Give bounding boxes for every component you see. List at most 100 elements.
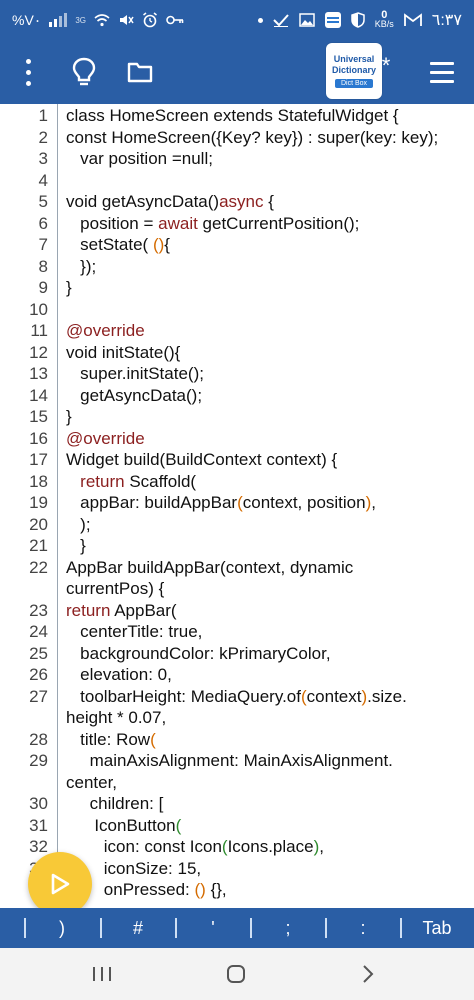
code-line[interactable]: 16 @override xyxy=(0,428,474,449)
code-text[interactable]: return Scaffold( xyxy=(66,471,196,492)
code-text[interactable]: } xyxy=(66,535,86,556)
clock: ٦:٣٧ xyxy=(431,12,462,29)
code-text[interactable]: toolbarHeight: MediaQuery.of(context).si… xyxy=(66,686,407,707)
code-line[interactable]: 19 appBar: buildAppBar(context, position… xyxy=(0,492,474,513)
dict-title-line1: Universal xyxy=(333,54,375,64)
line-number: 20 xyxy=(29,514,48,534)
code-line[interactable]: 17 Widget build(BuildContext context) { xyxy=(0,449,474,470)
code-line[interactable]: center, xyxy=(0,772,474,793)
code-text[interactable]: ); xyxy=(66,514,90,535)
code-text[interactable]: class HomeScreen extends StatefulWidget … xyxy=(66,105,399,126)
key-separator xyxy=(325,918,327,938)
code-line[interactable]: 5 void getAsyncData()async { xyxy=(0,191,474,212)
code-line[interactable]: 25 backgroundColor: kPrimaryColor, xyxy=(0,643,474,664)
code-line[interactable]: 23 return AppBar( xyxy=(0,600,474,621)
line-number: 11 xyxy=(30,321,48,340)
code-line[interactable]: 6 position = await getCurrentPosition(); xyxy=(0,213,474,234)
key-close-paren[interactable]: ) xyxy=(42,908,82,948)
system-nav-bar xyxy=(0,948,474,1000)
code-line[interactable]: currentPos) { xyxy=(0,578,474,599)
universal-dictionary-button[interactable]: Universal Dictionary Dict Box xyxy=(326,43,382,99)
code-line[interactable]: 11 @override xyxy=(0,320,474,341)
code-text[interactable]: } xyxy=(66,406,72,427)
code-line[interactable]: 4 xyxy=(0,170,474,191)
code-text[interactable]: appBar: buildAppBar(context, position), xyxy=(66,492,376,513)
code-line[interactable]: 29 mainAxisAlignment: MainAxisAlignment. xyxy=(0,750,474,771)
key-separator xyxy=(250,918,252,938)
code-text[interactable]: position = await getCurrentPosition(); xyxy=(66,213,359,234)
mute-icon xyxy=(120,15,134,25)
code-line[interactable]: 1 class HomeScreen extends StatefulWidget… xyxy=(0,105,474,126)
code-editor[interactable]: 1 class HomeScreen extends StatefulWidget… xyxy=(0,104,474,904)
code-text[interactable]: backgroundColor: kPrimaryColor, xyxy=(66,643,330,664)
hamburger-menu-button[interactable] xyxy=(428,40,456,104)
line-number: 25 xyxy=(29,643,48,663)
code-line[interactable]: height * 0.07, xyxy=(0,707,474,728)
code-line[interactable]: 31 IconButton( xyxy=(0,815,474,836)
code-text[interactable]: AppBar buildAppBar(context, dynamic xyxy=(66,557,353,578)
code-line[interactable]: 26 elevation: 0, xyxy=(0,664,474,685)
code-text[interactable]: title: Row( xyxy=(66,729,156,750)
line-number: 12 xyxy=(29,342,48,362)
code-line[interactable]: 8 }); xyxy=(0,256,474,277)
key-tab[interactable]: Tab xyxy=(412,908,462,948)
code-text[interactable]: IconButton( xyxy=(66,815,181,836)
code-line[interactable]: 20 ); xyxy=(0,514,474,535)
code-text[interactable]: const HomeScreen({Key? key}) : super(key… xyxy=(66,127,438,148)
network-speed: 0 KB/s xyxy=(375,10,394,29)
key-colon[interactable]: : xyxy=(343,908,383,948)
code-text[interactable]: elevation: 0, xyxy=(66,664,172,685)
key-semicolon[interactable]: ; xyxy=(268,908,308,948)
line-number: 7 xyxy=(38,235,48,254)
code-line[interactable]: 15} xyxy=(0,406,474,427)
code-text[interactable]: void initState(){ xyxy=(66,342,180,363)
code-line[interactable]: 27 toolbarHeight: MediaQuery.of(context)… xyxy=(0,686,474,707)
code-line[interactable]: 18 return Scaffold( xyxy=(0,471,474,492)
code-line[interactable]: 12 void initState(){ xyxy=(0,342,474,363)
code-line[interactable]: 24 centerTitle: true, xyxy=(0,621,474,642)
code-text[interactable]: setState( (){ xyxy=(66,234,170,255)
code-text[interactable]: return AppBar( xyxy=(66,600,177,621)
code-line[interactable]: 3 var position =null; xyxy=(0,148,474,169)
code-text[interactable]: mainAxisAlignment: MainAxisAlignment. xyxy=(66,750,393,771)
code-line[interactable]: 13 super.initState(); xyxy=(0,363,474,384)
open-folder-button[interactable] xyxy=(124,40,156,104)
code-line[interactable]: 14 getAsyncData(); xyxy=(0,385,474,406)
code-text[interactable]: @override xyxy=(66,428,145,449)
code-text[interactable]: icon: const Icon(Icons.place), xyxy=(66,836,324,857)
code-text[interactable]: center, xyxy=(66,772,117,793)
line-number: 15 xyxy=(29,407,48,426)
code-text[interactable]: }); xyxy=(66,256,96,277)
code-text[interactable]: @override xyxy=(66,320,145,341)
recent-apps-button[interactable] xyxy=(80,948,124,1000)
code-text[interactable]: super.initState(); xyxy=(66,363,204,384)
code-line[interactable]: 28 title: Row( xyxy=(0,729,474,750)
code-text[interactable]: children: [ xyxy=(66,793,164,814)
code-line[interactable]: 21 } xyxy=(0,535,474,556)
code-line[interactable]: 9} xyxy=(0,277,474,298)
code-text[interactable]: centerTitle: true, xyxy=(66,621,202,642)
code-text[interactable]: Widget build(BuildContext context) { xyxy=(66,449,337,470)
hint-button[interactable] xyxy=(66,40,102,104)
code-text[interactable]: currentPos) { xyxy=(66,578,164,599)
key-separator xyxy=(400,918,402,938)
code-line[interactable]: 10 xyxy=(0,299,474,320)
code-text[interactable]: height * 0.07, xyxy=(66,707,166,728)
key-apostrophe[interactable]: ' xyxy=(193,908,233,948)
code-text[interactable]: void getAsyncData()async { xyxy=(66,191,274,212)
home-button[interactable] xyxy=(214,948,258,1000)
code-line[interactable]: 2 const HomeScreen({Key? key}) : super(ke… xyxy=(0,127,474,148)
code-text[interactable]: } xyxy=(66,277,72,298)
code-line[interactable]: 7 setState( (){ xyxy=(0,234,474,255)
code-text[interactable]: var position =null; xyxy=(66,148,213,169)
favorite-star[interactable]: * xyxy=(376,34,396,98)
key-hash[interactable]: # xyxy=(118,908,158,948)
code-line[interactable]: 30 children: [ xyxy=(0,793,474,814)
back-button[interactable] xyxy=(346,948,390,1000)
code-line[interactable]: 22 AppBar buildAppBar(context, dynamic xyxy=(0,557,474,578)
key-separator xyxy=(100,918,102,938)
overflow-menu-button[interactable] xyxy=(16,40,40,104)
run-button[interactable] xyxy=(28,852,92,916)
dict-title-line2: Dictionary xyxy=(331,65,376,75)
code-text[interactable]: getAsyncData(); xyxy=(66,385,202,406)
